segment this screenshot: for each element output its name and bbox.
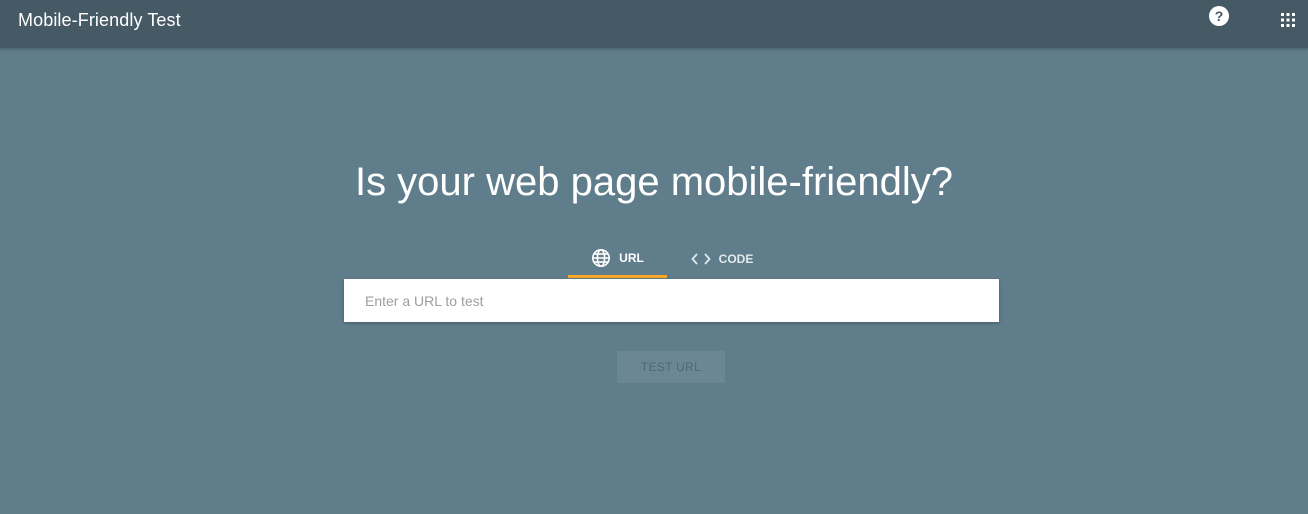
page-heading: Is your web page mobile-friendly? [354, 160, 954, 204]
url-input[interactable] [344, 279, 999, 322]
code-icon [690, 253, 711, 265]
app-title: Mobile-Friendly Test [18, 10, 181, 30]
tab-code[interactable]: CODE [680, 240, 764, 278]
app-bar: Mobile-Friendly Test ? [0, 0, 1308, 48]
help-icon[interactable]: ? [1209, 6, 1229, 26]
tab-url-label: URL [619, 250, 644, 265]
test-url-button[interactable]: TEST URL [617, 351, 725, 383]
tab-url[interactable]: URL [568, 240, 667, 278]
apps-grid-icon[interactable] [1280, 12, 1296, 28]
globe-icon [592, 248, 611, 267]
tab-code-label: CODE [718, 252, 754, 266]
